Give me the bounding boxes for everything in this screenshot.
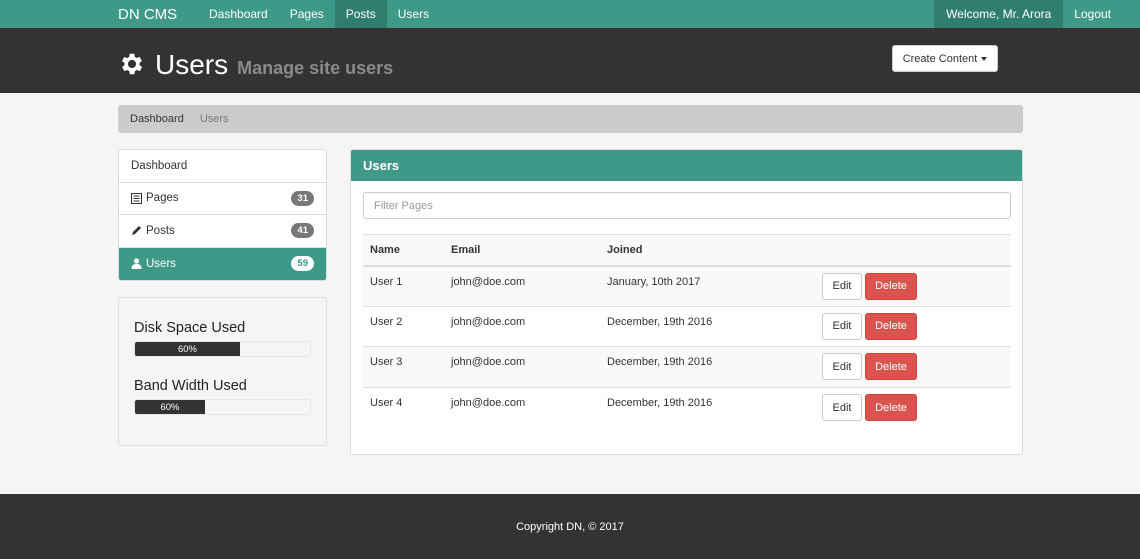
create-content-button[interactable]: Create Content bbox=[892, 45, 998, 72]
bandwidth-title: Band Width Used bbox=[134, 378, 247, 394]
user-email: john@doe.com bbox=[444, 265, 600, 306]
user-name: User 1 bbox=[363, 265, 444, 306]
user-joined: January, 10th 2017 bbox=[600, 265, 815, 306]
brand-logo[interactable]: DN CMS bbox=[0, 0, 198, 28]
sidebar-item-label: Users bbox=[146, 257, 177, 270]
users-panel: Users Name Email Joined User 1 john@doe.… bbox=[350, 149, 1023, 455]
count-badge: 31 bbox=[291, 190, 314, 206]
page-title: Users bbox=[155, 49, 229, 80]
user-name: User 3 bbox=[363, 346, 444, 387]
gear-icon bbox=[121, 53, 143, 75]
count-badge: 41 bbox=[291, 223, 314, 239]
nav-item-pages[interactable]: Pages bbox=[279, 0, 335, 28]
table-row: User 3 john@doe.com December, 19th 2016 … bbox=[363, 346, 1011, 387]
welcome-link[interactable]: Welcome, Mr. Arora bbox=[934, 0, 1064, 28]
user-nav: Welcome, Mr. Arora Logout bbox=[934, 0, 1140, 28]
row-actions: Edit Delete bbox=[815, 305, 1011, 347]
bandwidth-bar: 60% bbox=[135, 400, 205, 414]
sidebar-item-label: Posts bbox=[146, 224, 175, 237]
page-subtitle: Manage site users bbox=[237, 58, 394, 78]
sidebar-item-posts[interactable]: Posts 41 bbox=[119, 215, 326, 248]
sidebar-item-users[interactable]: Users 59 bbox=[119, 247, 326, 280]
top-navbar: DN CMS Dashboard Pages Posts Users Welco… bbox=[0, 0, 1140, 28]
column-header-email: Email bbox=[444, 234, 600, 267]
sidebar-item-label: Pages bbox=[146, 192, 179, 205]
sidebar: Dashboard Pages 31 Posts 41 Users 59 Dis… bbox=[118, 149, 327, 446]
table-row: User 2 john@doe.com December, 19th 2016 … bbox=[363, 305, 1011, 347]
panel-title: Users bbox=[351, 150, 1022, 181]
usage-stats: Disk Space Used 60% Band Width Used 60% bbox=[118, 297, 327, 446]
nav-item-posts[interactable]: Posts bbox=[334, 0, 387, 28]
delete-button[interactable]: Delete bbox=[865, 272, 917, 300]
edit-button[interactable]: Edit bbox=[822, 272, 862, 300]
caret-down-icon bbox=[981, 56, 988, 61]
users-table: Name Email Joined User 1 john@doe.com Ja… bbox=[363, 234, 1011, 428]
sidebar-menu: Dashboard Pages 31 Posts 41 Users 59 bbox=[118, 149, 327, 281]
user-joined: December, 19th 2016 bbox=[600, 386, 815, 428]
column-header-actions bbox=[815, 234, 1011, 267]
delete-button[interactable]: Delete bbox=[865, 394, 917, 421]
edit-button[interactable]: Edit bbox=[822, 312, 862, 340]
list-alt-icon bbox=[131, 192, 142, 204]
table-row: User 4 john@doe.com December, 19th 2016 … bbox=[363, 386, 1011, 428]
table-header-row: Name Email Joined bbox=[363, 234, 1011, 267]
nav-item-dashboard[interactable]: Dashboard bbox=[198, 0, 279, 28]
edit-button[interactable]: Edit bbox=[822, 394, 862, 421]
sidebar-item-pages[interactable]: Pages 31 bbox=[119, 183, 326, 215]
user-icon bbox=[131, 258, 142, 270]
copyright-text: Copyright DN, © 2017 bbox=[516, 520, 624, 533]
breadcrumb-users: Users bbox=[199, 113, 229, 125]
breadcrumb-dashboard[interactable]: Dashboard bbox=[130, 113, 184, 125]
breadcrumb: Dashboard Users bbox=[118, 105, 1023, 133]
disk-space-bar: 60% bbox=[135, 342, 240, 356]
page-heading: Users Manage site users bbox=[118, 46, 393, 81]
nav-item-users[interactable]: Users bbox=[387, 0, 440, 28]
sidebar-item-dashboard[interactable]: Dashboard bbox=[119, 150, 326, 183]
user-email: john@doe.com bbox=[444, 305, 600, 347]
filter-input[interactable] bbox=[363, 192, 1011, 219]
user-joined: December, 19th 2016 bbox=[600, 346, 815, 387]
pencil-icon bbox=[131, 225, 142, 236]
edit-button[interactable]: Edit bbox=[822, 353, 862, 381]
footer: Copyright DN, © 2017 bbox=[0, 494, 1140, 559]
user-name: User 4 bbox=[363, 386, 444, 428]
user-name: User 2 bbox=[363, 305, 444, 347]
delete-button[interactable]: Delete bbox=[865, 353, 917, 381]
page-header: Users Manage site users Create Content bbox=[0, 28, 1140, 93]
row-actions: Edit Delete bbox=[815, 386, 1011, 428]
sidebar-item-label: Dashboard bbox=[131, 159, 188, 172]
user-joined: December, 19th 2016 bbox=[600, 305, 815, 347]
bandwidth-progress: 60% bbox=[134, 399, 311, 415]
create-content-label: Create Content bbox=[902, 52, 978, 65]
disk-space-title: Disk Space Used bbox=[134, 320, 246, 336]
row-actions: Edit Delete bbox=[815, 265, 1011, 306]
column-header-name: Name bbox=[363, 234, 444, 267]
delete-button[interactable]: Delete bbox=[865, 312, 917, 340]
column-header-joined: Joined bbox=[600, 234, 815, 267]
logout-link[interactable]: Logout bbox=[1063, 0, 1140, 28]
count-badge: 59 bbox=[291, 256, 314, 272]
disk-space-progress: 60% bbox=[134, 341, 311, 357]
user-email: john@doe.com bbox=[444, 386, 600, 428]
user-email: john@doe.com bbox=[444, 346, 600, 387]
table-row: User 1 john@doe.com January, 10th 2017 E… bbox=[363, 265, 1011, 306]
row-actions: Edit Delete bbox=[815, 346, 1011, 387]
main-nav: Dashboard Pages Posts Users bbox=[198, 0, 440, 28]
